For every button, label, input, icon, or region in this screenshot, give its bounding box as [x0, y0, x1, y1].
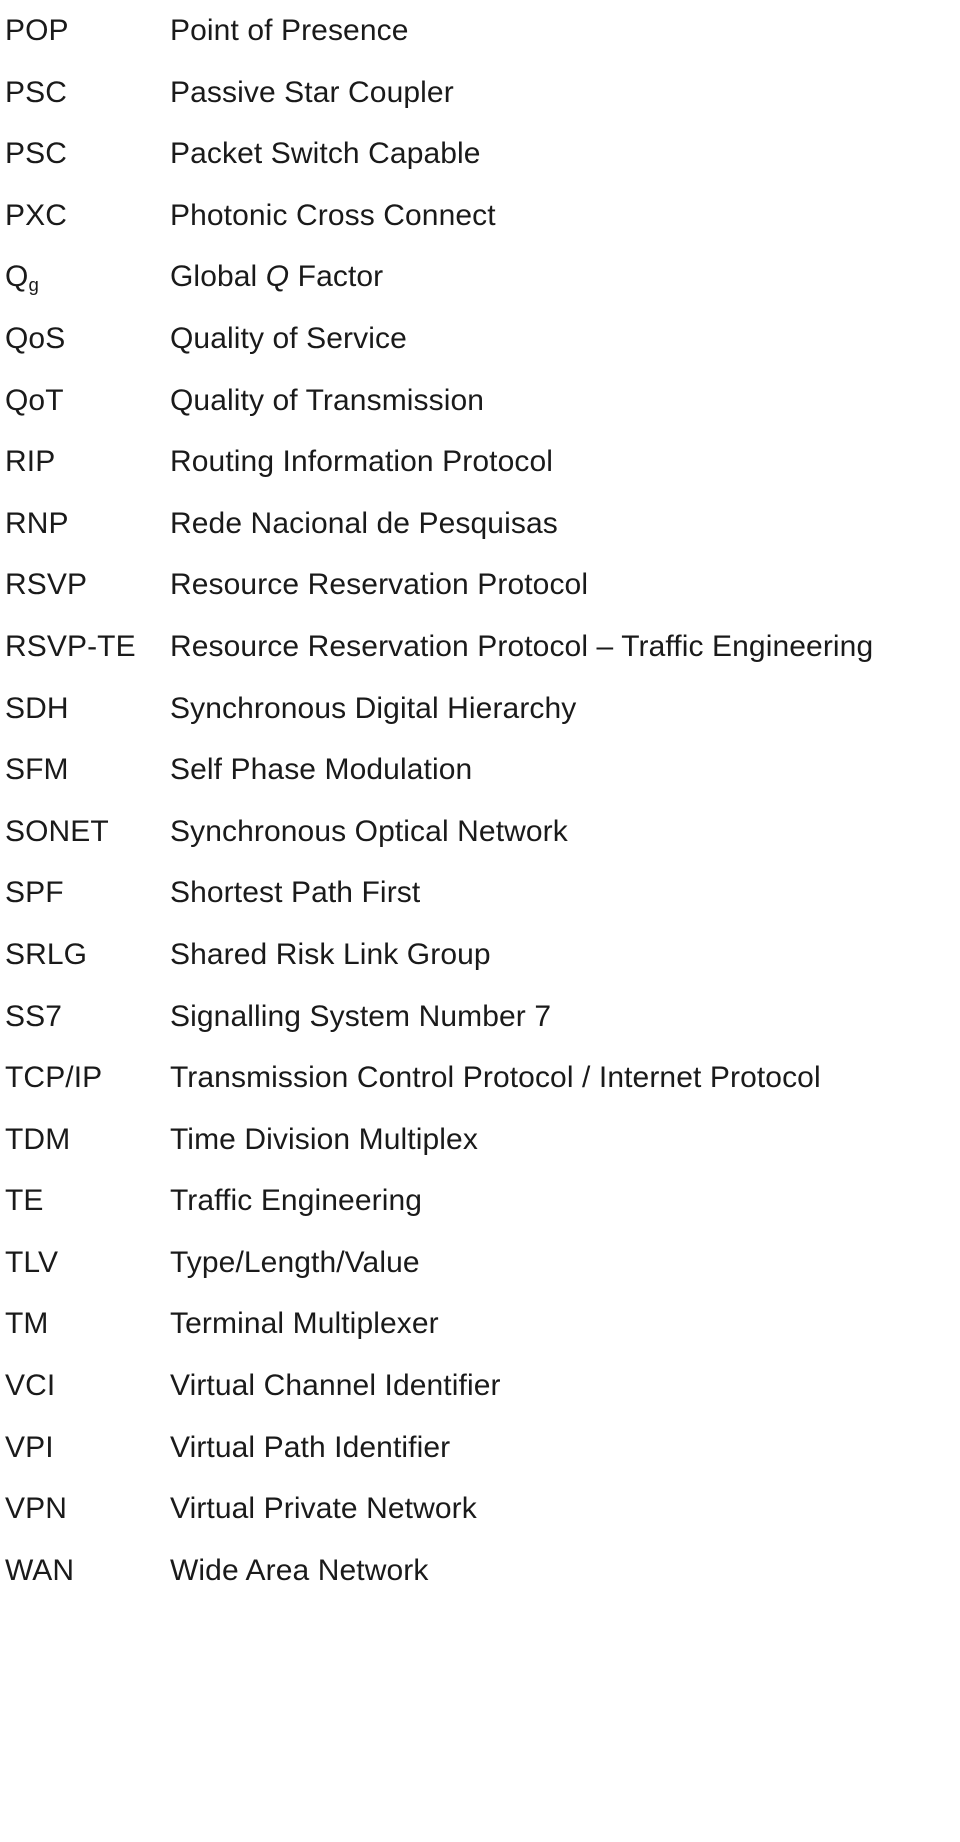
glossary-term: PSC [5, 137, 67, 171]
glossary-row: SRLG Shared Risk Link Group [0, 924, 960, 986]
glossary-row: TE Traffic Engineering [0, 1170, 960, 1232]
glossary-row: RSVP Resource Reservation Protocol [0, 554, 960, 616]
glossary-row: TDM Time Division Multiplex [0, 1109, 960, 1171]
glossary-term: PXC [5, 198, 67, 232]
glossary-row: POP Point of Presence [0, 0, 960, 62]
acronym-glossary-list: POP Point of Presence PSC Passive Star Coup… [0, 0, 960, 1601]
glossary-row: VPI Virtual Path Identifier [0, 1417, 960, 1479]
glossary-definition: Shortest Path First [170, 876, 421, 910]
glossary-definition: Virtual Private Network [170, 1492, 477, 1526]
glossary-row: PSC Passive Star Coupler [0, 62, 960, 124]
glossary-term: TDM [5, 1122, 71, 1156]
glossary-definition: Point of Presence [170, 14, 409, 47]
glossary-definition-prefix: Global [170, 260, 266, 294]
glossary-row: Qg Global Q Factor [0, 246, 960, 308]
glossary-definition: Synchronous Optical Network [170, 814, 568, 848]
glossary-definition: Passive Star Coupler [170, 75, 454, 109]
glossary-definition: Quality of Service [170, 321, 407, 355]
glossary-row: RIP Routing Information Protocol [0, 431, 960, 493]
glossary-row: PXC Photonic Cross Connect [0, 185, 960, 247]
glossary-term: QoT [5, 383, 64, 417]
glossary-term: SFM [5, 753, 69, 787]
glossary-term: RIP [5, 445, 56, 479]
glossary-definition: Global Q Factor [170, 246, 383, 308]
glossary-row: QoS Quality of Service [0, 308, 960, 370]
glossary-term: TM [5, 1307, 49, 1341]
glossary-definition: Quality of Transmission [170, 383, 485, 417]
glossary-row: SPF Shortest Path First [0, 862, 960, 924]
glossary-definition: Type/Length/Value [170, 1245, 420, 1279]
glossary-row: VPN Virtual Private Network [0, 1478, 960, 1540]
glossary-row: SDH Synchronous Digital Hierarchy [0, 678, 960, 740]
glossary-definition: Virtual Path Identifier [170, 1430, 451, 1464]
glossary-definition: Signalling System Number 7 [170, 999, 552, 1033]
glossary-definition: Shared Risk Link Group [170, 937, 491, 971]
glossary-row: PSC Packet Switch Capable [0, 123, 960, 185]
glossary-row: WAN Wide Area Network [0, 1540, 960, 1602]
glossary-term-subscript: g [28, 274, 39, 296]
glossary-row: RSVP-TE Resource Reservation Protocol – T… [0, 616, 960, 678]
glossary-term: RNP [5, 506, 69, 540]
glossary-row: SFM Self Phase Modulation [0, 739, 960, 801]
glossary-definition: Virtual Channel Identifier [170, 1369, 501, 1403]
glossary-row: TM Terminal Multiplexer [0, 1293, 960, 1355]
glossary-term: VCI [5, 1369, 56, 1403]
glossary-row: TCP/IP Transmission Control Protocol / In… [0, 1047, 960, 1109]
glossary-row: VCI Virtual Channel Identifier [0, 1355, 960, 1417]
glossary-definition: Packet Switch Capable [170, 137, 481, 171]
glossary-term: TCP/IP [5, 1061, 103, 1095]
glossary-definition: Traffic Engineering [170, 1184, 423, 1218]
glossary-term: RSVP [5, 568, 88, 602]
glossary-term: PSC [5, 75, 67, 109]
glossary-term: VPN [5, 1492, 67, 1526]
glossary-definition: Resource Reservation Protocol [170, 568, 589, 602]
glossary-term: SRLG [5, 937, 88, 971]
glossary-term: QoS [5, 321, 66, 355]
glossary-term: SONET [5, 814, 109, 848]
glossary-definition: Time Division Multiplex [170, 1122, 478, 1156]
glossary-definition: Rede Nacional de Pesquisas [170, 506, 558, 540]
glossary-term: POP [5, 14, 69, 47]
glossary-row: RNP Rede Nacional de Pesquisas [0, 493, 960, 555]
glossary-term: TE [5, 1184, 44, 1218]
glossary-term: Qg [5, 246, 39, 311]
glossary-definition: Resource Reservation Protocol – Traffic … [170, 629, 874, 663]
glossary-term: SPF [5, 876, 64, 910]
glossary-term: TLV [5, 1245, 59, 1279]
glossary-row: SONET Synchronous Optical Network [0, 801, 960, 863]
glossary-definition: Photonic Cross Connect [170, 198, 496, 232]
glossary-term-base: Q [5, 260, 29, 294]
glossary-row: QoT Quality of Transmission [0, 370, 960, 432]
glossary-definition: Terminal Multiplexer [170, 1307, 439, 1341]
glossary-definition: Wide Area Network [170, 1553, 429, 1587]
glossary-row: TLV Type/Length/Value [0, 1232, 960, 1294]
glossary-term: SS7 [5, 999, 63, 1033]
glossary-term: WAN [5, 1553, 75, 1587]
glossary-term: VPI [5, 1430, 54, 1464]
glossary-row: SS7 Signalling System Number 7 [0, 986, 960, 1048]
glossary-definition: Self Phase Modulation [170, 753, 473, 787]
glossary-definition-variable: Q [265, 260, 290, 294]
glossary-definition: Routing Information Protocol [170, 445, 553, 479]
glossary-definition: Synchronous Digital Hierarchy [170, 691, 577, 725]
glossary-definition: Transmission Control Protocol / Internet… [170, 1061, 821, 1095]
glossary-term: RSVP-TE [5, 629, 136, 663]
glossary-term: SDH [5, 691, 69, 725]
glossary-definition-suffix: Factor [289, 260, 384, 294]
